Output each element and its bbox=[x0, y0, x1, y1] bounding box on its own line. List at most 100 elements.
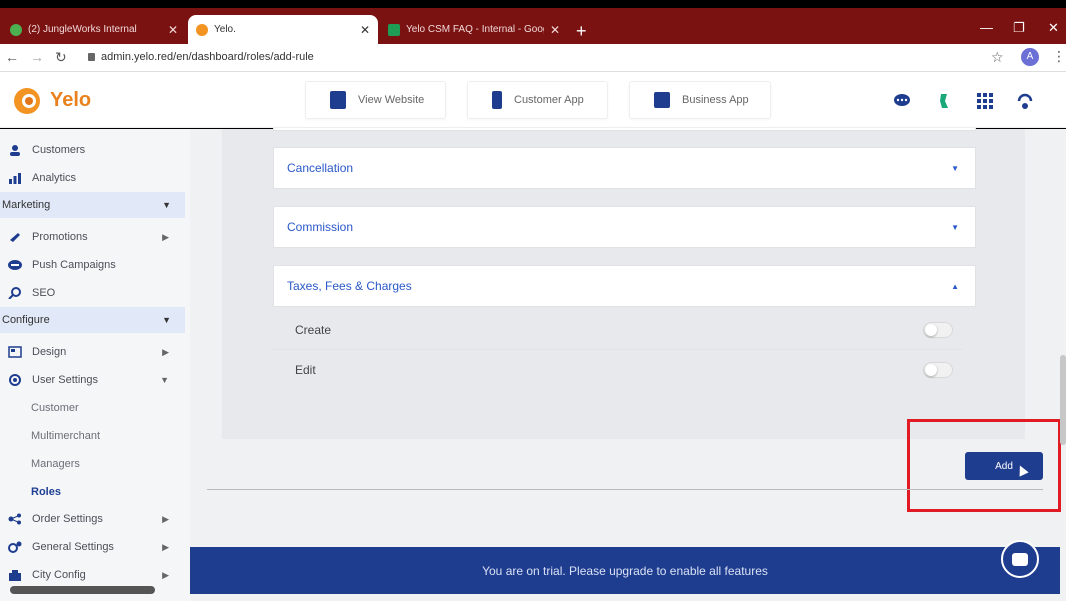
window-close-icon[interactable]: ✕ bbox=[1048, 20, 1059, 36]
view-website-button[interactable]: View Website bbox=[305, 81, 446, 119]
seo-icon bbox=[8, 287, 21, 299]
sidebar-item-order-settings[interactable]: Order Settings ▶ bbox=[0, 505, 185, 533]
accordion-cancellation[interactable]: Cancellation ▼ bbox=[273, 147, 976, 189]
divider bbox=[207, 489, 1043, 490]
forward-icon[interactable]: → bbox=[30, 49, 44, 65]
create-toggle[interactable] bbox=[923, 321, 953, 338]
close-tab-icon[interactable]: ✕ bbox=[550, 23, 560, 37]
general-settings-icon bbox=[8, 541, 22, 553]
sidebar-item-seo[interactable]: SEO bbox=[0, 279, 185, 307]
permission-row-create: Create bbox=[273, 310, 963, 350]
close-tab-icon[interactable]: ✕ bbox=[168, 23, 178, 37]
apps-grid-icon[interactable] bbox=[976, 92, 994, 110]
previous-accordion-bottom bbox=[273, 128, 976, 131]
sidebar-item-label: Design bbox=[32, 346, 67, 358]
sidebar-item-general-settings[interactable]: General Settings ▶ bbox=[0, 533, 185, 561]
new-tab-button[interactable]: + bbox=[576, 21, 587, 42]
profile-avatar[interactable]: A bbox=[1021, 48, 1039, 66]
edit-toggle[interactable] bbox=[923, 362, 953, 378]
sheets-favicon-icon bbox=[388, 23, 400, 36]
close-tab-icon[interactable]: ✕ bbox=[360, 23, 370, 37]
back-icon[interactable]: ← bbox=[5, 49, 19, 65]
promotions-icon bbox=[10, 233, 20, 242]
reload-icon[interactable]: ↻ bbox=[55, 49, 67, 66]
lock-icon bbox=[88, 53, 95, 61]
customer-app-button[interactable]: Customer App bbox=[467, 81, 608, 119]
tab-title: Yelo. bbox=[214, 24, 236, 35]
tab-title: Yelo CSM FAQ - Internal - Google bbox=[406, 24, 544, 35]
sidebar-item-label: General Settings bbox=[32, 541, 114, 553]
accordion-label: Commission bbox=[287, 220, 354, 234]
sidebar-subitem-customer[interactable]: Customer bbox=[31, 402, 79, 414]
sidebar-scrollbar[interactable] bbox=[10, 586, 155, 594]
sidebar-item-label: Push Campaigns bbox=[32, 259, 116, 271]
customers-icon bbox=[10, 145, 20, 156]
main-scrollbar[interactable] bbox=[1060, 355, 1066, 445]
sidebar-subitem-managers[interactable]: Managers bbox=[31, 458, 80, 470]
sidebar-item-design[interactable]: Design ▶ bbox=[0, 338, 185, 366]
accordion-label: Taxes, Fees & Charges bbox=[287, 279, 412, 293]
url-text: admin.yelo.red/en/dashboard/roles/add-ru… bbox=[101, 51, 314, 63]
chevron-down-icon: ▼ bbox=[162, 200, 171, 210]
sidebar-subitem-roles[interactable]: Roles bbox=[31, 486, 61, 498]
sidebar-item-label: User Settings bbox=[32, 374, 99, 386]
caret-down-icon: ▼ bbox=[951, 222, 959, 232]
city-config-icon bbox=[9, 570, 21, 581]
chevron-right-icon: ▶ bbox=[162, 231, 169, 242]
address-bar: ← → ↻ admin.yelo.red/en/dashboard/roles/… bbox=[0, 44, 1066, 72]
store-icon bbox=[654, 92, 670, 108]
sidebar-item-label: City Config bbox=[32, 569, 86, 581]
sidebar-section-label: Marketing bbox=[2, 199, 51, 211]
logo-text: Yelo bbox=[50, 88, 92, 111]
sidebar-item-customers[interactable]: Customers bbox=[0, 136, 185, 164]
sidebar-subitem-multimerchant[interactable]: Multimerchant bbox=[31, 430, 100, 442]
chevron-right-icon: ▶ bbox=[162, 346, 169, 357]
design-icon bbox=[8, 346, 22, 358]
highlight-box bbox=[907, 419, 1061, 512]
chevron-right-icon: ▶ bbox=[162, 569, 169, 580]
push-campaigns-icon bbox=[8, 260, 22, 270]
order-settings-icon bbox=[8, 513, 21, 525]
user-settings-icon bbox=[9, 374, 21, 386]
url-field[interactable]: admin.yelo.red/en/dashboard/roles/add-ru… bbox=[88, 51, 314, 63]
trial-banner: You are on trial. Please upgrade to enab… bbox=[190, 547, 1060, 594]
browser-tab-yelo[interactable]: Yelo. ✕ bbox=[188, 15, 378, 44]
app-header: Yelo View Website Customer App Business … bbox=[0, 72, 1066, 128]
sidebar-item-city-config[interactable]: City Config ▶ bbox=[0, 561, 185, 589]
announcement-icon[interactable] bbox=[935, 92, 953, 110]
accordion-commission[interactable]: Commission ▼ bbox=[273, 206, 976, 248]
browser-tab-jungleworks[interactable]: (2) JungleWorks Internal ✕ bbox=[2, 15, 186, 44]
sidebar-item-promotions[interactable]: Promotions ▶ bbox=[0, 223, 185, 251]
browser-menu-icon[interactable]: ⋮ bbox=[1052, 48, 1066, 65]
business-app-label: Business App bbox=[682, 94, 749, 106]
jungleworks-favicon-icon bbox=[10, 23, 22, 36]
sidebar-item-label: Promotions bbox=[32, 231, 88, 243]
chat-bubble-icon bbox=[1012, 552, 1028, 566]
user-profile-icon[interactable] bbox=[1016, 92, 1034, 110]
sidebar-item-user-settings[interactable]: User Settings ▼ bbox=[0, 366, 185, 394]
sidebar-section-marketing[interactable]: Marketing ▼ bbox=[0, 192, 185, 218]
yelo-logo[interactable]: Yelo bbox=[12, 84, 91, 116]
restore-icon[interactable]: ❐ bbox=[1013, 20, 1025, 36]
permission-label: Edit bbox=[295, 363, 316, 377]
chat-launcher-button[interactable] bbox=[1001, 540, 1039, 578]
sidebar-item-analytics[interactable]: Analytics bbox=[0, 164, 185, 192]
bookmark-star-icon[interactable]: ☆ bbox=[991, 49, 1004, 66]
business-app-button[interactable]: Business App bbox=[629, 81, 771, 119]
browser-tab-bar: (2) JungleWorks Internal ✕ Yelo. ✕ Yelo … bbox=[0, 8, 1066, 44]
sidebar-item-label: Customers bbox=[32, 144, 86, 156]
sidebar-item-label: Analytics bbox=[32, 172, 77, 184]
tab-title: (2) JungleWorks Internal bbox=[28, 24, 137, 35]
website-icon bbox=[330, 91, 346, 109]
accordion-label: Cancellation bbox=[287, 161, 354, 175]
browser-tab-sheets[interactable]: Yelo CSM FAQ - Internal - Google ✕ bbox=[380, 15, 568, 44]
minimize-icon[interactable]: — bbox=[980, 20, 993, 35]
sidebar-section-configure[interactable]: Configure ▼ bbox=[0, 307, 185, 333]
caret-down-icon: ▼ bbox=[951, 163, 959, 173]
sidebar-item-label: SEO bbox=[32, 287, 56, 299]
view-website-label: View Website bbox=[358, 94, 425, 106]
sidebar-item-push-campaigns[interactable]: Push Campaigns bbox=[0, 251, 185, 279]
accordion-taxes-fees-charges[interactable]: Taxes, Fees & Charges ▲ bbox=[273, 265, 976, 307]
chevron-down-icon: ▼ bbox=[162, 315, 171, 325]
support-chat-icon[interactable] bbox=[893, 92, 911, 110]
